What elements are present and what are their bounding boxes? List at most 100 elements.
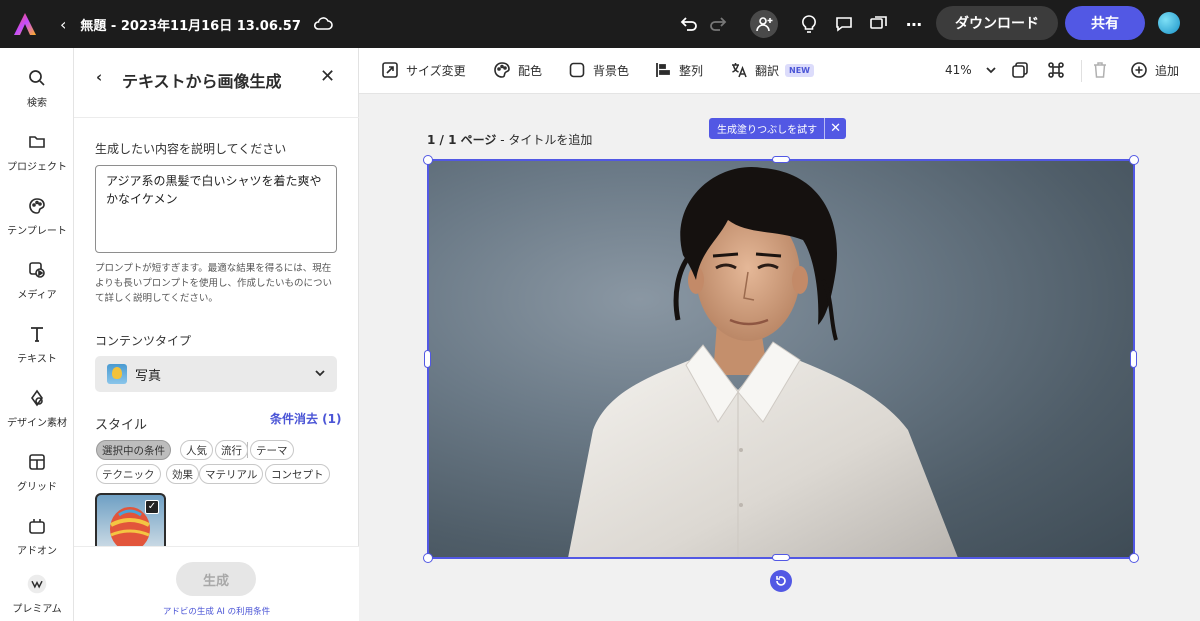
chip-theme[interactable]: テーマ bbox=[250, 440, 294, 460]
media-icon bbox=[29, 262, 45, 278]
premium-icon bbox=[27, 574, 47, 594]
rotate-button[interactable] bbox=[770, 570, 792, 592]
translate-label: 翻訳 bbox=[755, 63, 780, 78]
chevron-down-icon bbox=[315, 370, 325, 377]
template-icon bbox=[29, 198, 45, 214]
resize-handle-bottom-left[interactable] bbox=[423, 553, 433, 563]
generative-fill-banner[interactable]: 生成塗りつぶしを試す ✕ bbox=[709, 118, 847, 139]
redo-icon[interactable] bbox=[706, 12, 730, 36]
close-icon[interactable]: ✕ bbox=[320, 66, 335, 87]
clear-filters-link[interactable]: 条件消去 (1) bbox=[270, 410, 342, 427]
chip-material[interactable]: マテリアル bbox=[199, 464, 264, 484]
invite-icon[interactable] bbox=[750, 10, 778, 38]
top-bar: ‹ 無題 - 2023年11月16日 13.06.57 ⋯ ダウンロード 共有 bbox=[0, 0, 1200, 48]
rail-label: プロジェクト bbox=[7, 162, 67, 173]
page-title-placeholder: - タイトルを追加 bbox=[496, 133, 593, 147]
zoom-control[interactable]: 41% bbox=[945, 61, 1000, 79]
page-title[interactable]: 1 / 1 ページ - タイトルを追加 bbox=[427, 131, 592, 148]
adobe-express-logo[interactable] bbox=[12, 11, 38, 37]
selection-frame bbox=[427, 159, 1135, 559]
download-button[interactable]: ダウンロード bbox=[936, 6, 1058, 40]
chip-selected[interactable]: 選択中の条件 bbox=[96, 440, 171, 460]
share-button[interactable]: 共有 bbox=[1065, 6, 1145, 40]
avatar[interactable] bbox=[1158, 12, 1180, 34]
style-thumbnail[interactable]: ✓ bbox=[95, 493, 166, 547]
rail-label: デザイン素材 bbox=[7, 418, 67, 429]
color-scheme-label: 配色 bbox=[518, 63, 543, 78]
more-icon[interactable]: ⋯ bbox=[902, 12, 926, 36]
checkmark-icon: ✓ bbox=[145, 500, 159, 514]
terms-link[interactable]: アドビの生成 AI の利用条件 bbox=[74, 605, 359, 617]
generate-button[interactable]: 生成 bbox=[176, 562, 256, 596]
undo-icon[interactable] bbox=[677, 12, 701, 36]
chip-popular[interactable]: 人気 bbox=[180, 440, 213, 460]
page-number: 1 / 1 ページ bbox=[427, 133, 497, 147]
chevron-down-icon bbox=[986, 67, 996, 74]
resize-handle-left[interactable] bbox=[424, 350, 431, 368]
content-type-label: コンテンツタイプ bbox=[95, 334, 192, 348]
new-badge: NEW bbox=[785, 63, 814, 77]
panel-footer: 生成 アドビの生成 AI の利用条件 bbox=[74, 546, 359, 621]
resize-handle-bottom-right[interactable] bbox=[1129, 553, 1139, 563]
resize-handle-top-left[interactable] bbox=[423, 155, 433, 165]
rail-item-media[interactable]: メディア bbox=[0, 260, 74, 301]
chip-concept[interactable]: コンセプト bbox=[265, 464, 330, 484]
trash-icon bbox=[1094, 62, 1106, 78]
resize-handle-right[interactable] bbox=[1130, 350, 1137, 368]
align-button[interactable]: 整列 bbox=[654, 61, 703, 79]
rail-item-design-assets[interactable]: デザイン素材 bbox=[0, 388, 74, 429]
resize-handle-top[interactable] bbox=[772, 156, 790, 163]
toolbar-divider bbox=[1081, 60, 1082, 82]
add-label: 追加 bbox=[1155, 63, 1180, 78]
rail-label: テンプレート bbox=[7, 226, 67, 237]
lightbulb-icon[interactable] bbox=[797, 12, 821, 36]
rotate-icon bbox=[776, 576, 786, 586]
document-title[interactable]: 無題 - 2023年11月16日 13.06.57 bbox=[80, 15, 301, 34]
rail-item-templates[interactable]: テンプレート bbox=[0, 196, 74, 237]
rail-item-premium[interactable]: プレミアム bbox=[0, 574, 74, 615]
prompt-hint: プロンプトが短すぎます。最適な結果を得るには、現在よりも長いプロンプトを使用し、… bbox=[95, 263, 333, 304]
arrange-button[interactable] bbox=[1047, 61, 1072, 79]
chip-trend[interactable]: 流行 bbox=[215, 440, 248, 460]
chip-technique[interactable]: テクニック bbox=[96, 464, 161, 484]
rail-label: メディア bbox=[17, 290, 57, 301]
text-icon bbox=[31, 327, 43, 342]
cloud-icon[interactable] bbox=[313, 17, 333, 31]
rail-item-addons[interactable]: アドオン bbox=[0, 516, 74, 557]
arrange-icon bbox=[1048, 62, 1064, 78]
content-type-select[interactable]: 写真 bbox=[95, 356, 337, 392]
zoom-value: 41% bbox=[945, 63, 972, 77]
panel-header: ‹ テキストから画像生成 ✕ bbox=[74, 48, 359, 118]
delete-button[interactable] bbox=[1091, 61, 1116, 79]
rail-label: プレミアム bbox=[12, 604, 62, 615]
comment-icon[interactable] bbox=[832, 12, 856, 36]
back-icon[interactable]: ‹ bbox=[60, 15, 66, 34]
left-rail: 検索 プロジェクト テンプレート メディア テキスト デザイン素材 グリッド ア… bbox=[0, 48, 74, 621]
close-icon[interactable]: ✕ bbox=[824, 118, 846, 139]
rail-item-search[interactable]: 検索 bbox=[0, 68, 74, 109]
background-color-icon bbox=[569, 62, 585, 78]
background-color-button[interactable]: 背景色 bbox=[568, 61, 629, 79]
layers-button[interactable] bbox=[1011, 61, 1036, 79]
rail-item-projects[interactable]: プロジェクト bbox=[0, 132, 74, 173]
align-label: 整列 bbox=[679, 63, 704, 78]
generative-fill-label: 生成塗りつぶしを試す bbox=[717, 125, 818, 136]
back-icon[interactable]: ‹ bbox=[96, 68, 102, 86]
align-icon bbox=[656, 63, 670, 77]
chip-effect[interactable]: 効果 bbox=[166, 464, 199, 484]
present-icon[interactable] bbox=[867, 12, 891, 36]
shapes-icon bbox=[31, 389, 43, 407]
translate-button[interactable]: 翻訳 NEW bbox=[730, 61, 814, 79]
rail-label: アドオン bbox=[17, 546, 57, 557]
folder-icon bbox=[29, 136, 45, 148]
resize-handle-bottom[interactable] bbox=[772, 554, 790, 561]
translate-icon bbox=[732, 63, 747, 78]
grid-icon bbox=[29, 454, 45, 470]
color-scheme-button[interactable]: 配色 bbox=[493, 61, 542, 79]
add-button[interactable]: 追加 bbox=[1130, 61, 1179, 79]
resize-handle-top-right[interactable] bbox=[1129, 155, 1139, 165]
rail-item-text[interactable]: テキスト bbox=[0, 324, 74, 365]
prompt-input[interactable]: アジア系の黒髪で白いシャツを着た爽やかなイケメン bbox=[95, 165, 337, 253]
resize-button[interactable]: サイズ変更 bbox=[381, 61, 466, 79]
rail-item-grid[interactable]: グリッド bbox=[0, 452, 74, 493]
